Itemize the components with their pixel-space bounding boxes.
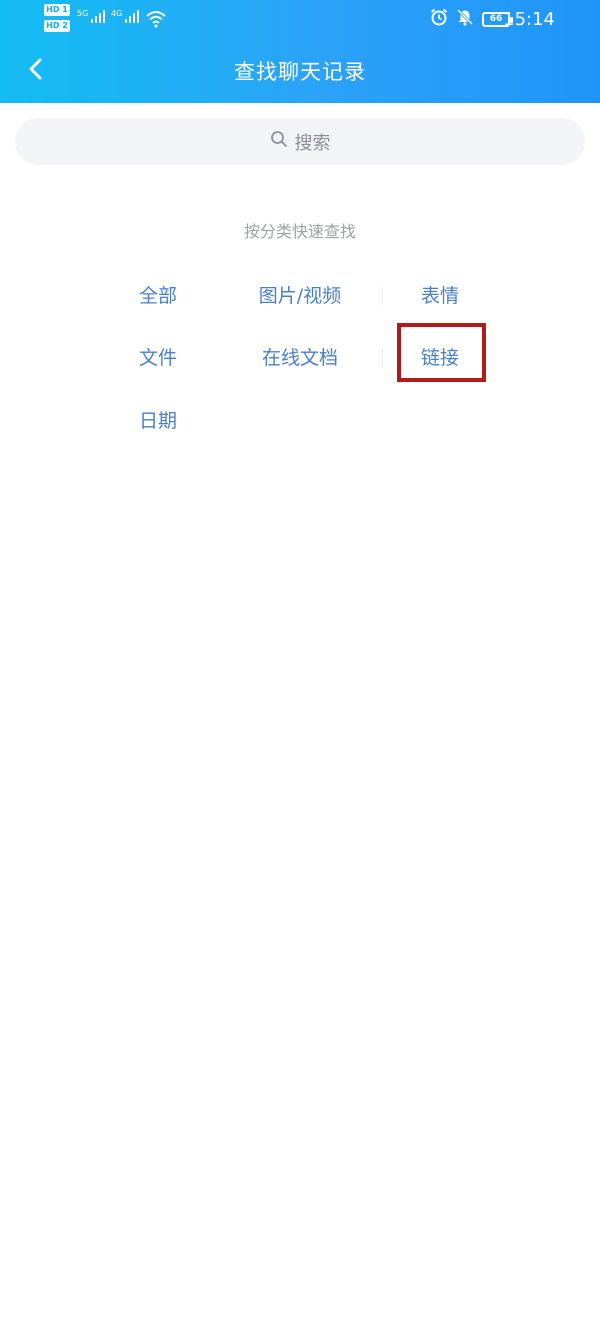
search-placeholder: 搜索: [294, 132, 331, 154]
search-bar[interactable]: 搜索: [15, 118, 585, 165]
signal-bar: [103, 10, 106, 23]
wifi-icon: [145, 10, 167, 32]
signal-bar: [125, 19, 128, 23]
sim1-badge: HD 1: [44, 4, 70, 16]
alarm-icon: [430, 8, 448, 30]
highlight-box: [397, 323, 486, 382]
mute-bell-icon: [456, 8, 474, 30]
signal-bar: [129, 16, 132, 23]
header-bar: HD 1 HD 2 5G 4G 66 15:14 查找聊天记录: [0, 0, 600, 103]
category-divider: [382, 349, 383, 367]
signal-bar: [91, 19, 94, 23]
signal-icon-5g: 5G: [77, 9, 106, 23]
signal-bar: [137, 10, 140, 23]
page-title: 查找聊天记录: [234, 60, 366, 84]
sim2-badge: HD 2: [44, 20, 70, 32]
signal-bar: [95, 16, 98, 23]
signal-bar: [133, 13, 136, 23]
section-label: 按分类快速查找: [243, 222, 356, 241]
category-divider: [382, 287, 383, 305]
status-time: 15:14: [503, 9, 555, 30]
category-stickers[interactable]: 表情: [350, 283, 530, 309]
category-date[interactable]: 日期: [68, 408, 248, 434]
signal-icon-4g: 4G: [111, 9, 140, 23]
nav-bar: 查找聊天记录: [0, 40, 600, 103]
sim-indicators: HD 1 HD 2: [44, 4, 72, 36]
network-type-5g: 5G: [77, 9, 89, 18]
network-type-4g: 4G: [111, 9, 123, 18]
status-bar: HD 1 HD 2 5G 4G 66 15:14: [0, 0, 600, 40]
search-icon: [270, 130, 288, 153]
status-icons: 66: [430, 8, 513, 30]
signal-bar: [99, 13, 102, 23]
